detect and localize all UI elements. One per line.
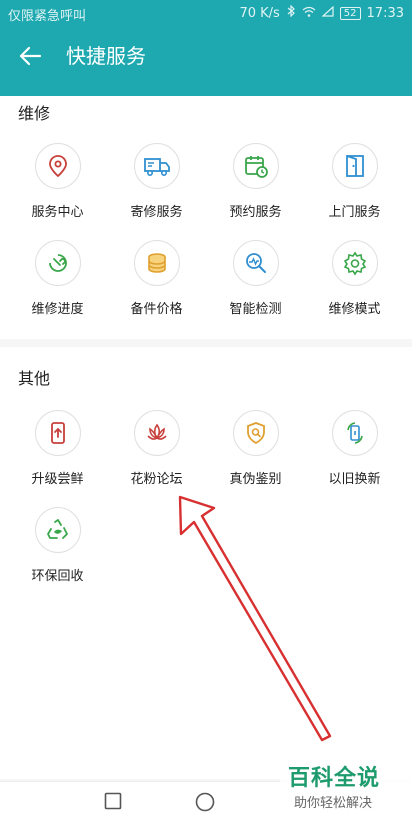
phone-exchange-icon <box>346 422 363 444</box>
item-label: 真伪鉴别 <box>229 472 282 487</box>
service-center-button[interactable]: 服务中心 <box>8 131 107 228</box>
gear-mode-icon <box>343 251 366 276</box>
watermark-logo: 百科全说 助你轻松解决 <box>280 758 412 821</box>
repair-grid: 服务中心 寄修服务 预约服务 上门服务 维修进度 备件价格 智能检测 维修模式 <box>8 131 404 325</box>
authenticity-check-button[interactable]: 真伪鉴别 <box>206 398 305 495</box>
eco-recycling-button[interactable]: 环保回收 <box>8 495 107 592</box>
app-bar: 快捷服务 <box>0 26 412 96</box>
door-icon <box>345 155 364 177</box>
item-label: 维修进度 <box>31 302 84 317</box>
back-arrow-icon <box>19 46 42 66</box>
phone-upgrade-icon <box>50 422 65 444</box>
item-label: 花粉论坛 <box>130 472 183 487</box>
lotus-icon <box>146 423 167 440</box>
magnifier-pulse-icon <box>245 253 266 273</box>
status-bar: 仅限紧急呼叫 70 K/s 52 17:33 <box>0 0 412 26</box>
section-repair: 维修 服务中心 寄修服务 预约服务 上门服务 维修进度 备件价格 智能检测 维修… <box>0 96 412 339</box>
delivery-truck-icon <box>143 158 170 176</box>
other-grid: 升级尝鲜 花粉论坛 真伪鉴别 以旧换新 环保回收 <box>8 398 404 592</box>
item-label: 智能检测 <box>229 302 282 317</box>
recycle-icon <box>46 519 68 539</box>
upgrade-trial-button[interactable]: 升级尝鲜 <box>8 398 107 495</box>
battery-icon: 52 <box>339 6 361 20</box>
item-label: 上门服务 <box>328 205 381 220</box>
appointment-service-button[interactable]: 预约服务 <box>206 131 305 228</box>
circle-icon <box>195 792 215 812</box>
carrier-text: 仅限紧急呼叫 <box>8 9 87 24</box>
item-label: 以旧换新 <box>328 472 381 487</box>
smart-detection-button[interactable]: 智能检测 <box>206 228 305 325</box>
back-button[interactable] <box>14 40 46 72</box>
parts-price-button[interactable]: 备件价格 <box>107 228 206 325</box>
item-label: 服务中心 <box>31 205 84 220</box>
repair-progress-button[interactable]: 维修进度 <box>8 228 107 325</box>
network-speed: 70 K/s <box>239 5 280 21</box>
shield-search-icon <box>246 422 265 445</box>
trade-in-button[interactable]: 以旧换新 <box>305 398 404 495</box>
bluetooth-icon <box>286 4 296 21</box>
coins-icon <box>147 253 166 273</box>
status-right: 70 K/s 52 17:33 <box>239 4 404 21</box>
section-title-other: 其他 <box>18 369 51 388</box>
item-label: 环保回收 <box>31 569 84 584</box>
recent-apps-button[interactable] <box>104 792 122 814</box>
mail-repair-button[interactable]: 寄修服务 <box>107 131 206 228</box>
repair-mode-button[interactable]: 维修模式 <box>305 228 404 325</box>
item-label: 预约服务 <box>229 205 282 220</box>
item-label: 寄修服务 <box>130 205 183 220</box>
wrench-progress-icon <box>48 254 67 272</box>
clock-time: 17:33 <box>366 5 404 21</box>
fans-forum-button[interactable]: 花粉论坛 <box>107 398 206 495</box>
page-title: 快捷服务 <box>66 44 146 68</box>
onsite-service-button[interactable]: 上门服务 <box>305 131 404 228</box>
watermark-subtitle: 助你轻松解决 <box>294 796 373 811</box>
home-button[interactable] <box>195 792 215 816</box>
watermark-title: 百科全说 <box>288 766 381 791</box>
item-label: 升级尝鲜 <box>31 472 84 487</box>
location-pin-icon <box>48 155 67 178</box>
item-label: 备件价格 <box>130 302 183 317</box>
signal-icon <box>321 5 334 21</box>
calendar-clock-icon <box>244 156 268 178</box>
wifi-icon <box>302 6 316 21</box>
item-label: 维修模式 <box>328 302 381 317</box>
section-other: 其他 升级尝鲜 花粉论坛 真伪鉴别 以旧换新 环保回收 <box>0 347 412 779</box>
header: 仅限紧急呼叫 70 K/s 52 17:33 快捷服务 <box>0 0 412 96</box>
square-icon <box>104 792 122 810</box>
section-title-repair: 维修 <box>18 104 51 123</box>
